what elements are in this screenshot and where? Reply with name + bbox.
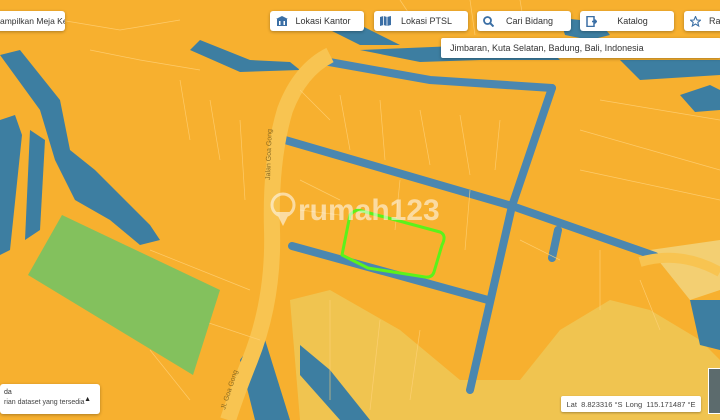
office-location-button[interactable]: Lokasi Kantor: [270, 11, 364, 31]
map-canvas[interactable]: Jalan Goa Gong Jl. Goa Gong rumah123: [0, 0, 720, 420]
catalog-icon: [586, 15, 597, 27]
show-workspace-label: ampilkan Meja Kerja: [0, 16, 65, 26]
watermark-text: rumah123: [298, 194, 440, 227]
search-parcel-button[interactable]: Cari Bidang: [477, 11, 571, 31]
latitude-readout: Lat 8.823316 °S: [567, 400, 623, 409]
catalog-button[interactable]: Katalog: [580, 11, 674, 31]
latitude-label: Lat: [566, 399, 577, 409]
longitude-readout: Long 115.171487 °E: [625, 400, 695, 409]
basemap-switcher-thumbnail[interactable]: [708, 368, 720, 414]
search-icon: [483, 15, 494, 27]
show-workspace-button[interactable]: ampilkan Meja Kerja: [0, 11, 65, 31]
search-parcel-label: Cari Bidang: [505, 16, 554, 26]
dataset-layer-title: da: [4, 389, 12, 396]
longitude-label: Long: [625, 399, 643, 409]
coordinate-readout: Lat 8.823316 °S Long 115.171487 °E: [561, 396, 701, 412]
ptsl-location-button[interactable]: Lokasi PTSL: [374, 11, 468, 31]
catalog-label: Katalog: [617, 16, 648, 26]
caret-down-icon: ▲: [84, 396, 91, 403]
rating-label: Ra: [709, 16, 720, 26]
star-icon: [690, 15, 701, 27]
office-location-label: Lokasi Kantor: [295, 16, 351, 26]
map-icon: [380, 16, 391, 26]
address-text: Jimbaran, Kuta Selatan, Badung, Bali, In…: [450, 43, 644, 53]
latitude-value: 8.823316 °S: [581, 399, 623, 409]
longitude-value: 115.171487 °E: [646, 399, 696, 409]
rating-button[interactable]: Ra: [684, 11, 720, 31]
watermark-logo: rumah123: [270, 192, 440, 227]
ptsl-location-label: Lokasi PTSL: [400, 16, 453, 26]
building-icon: [276, 16, 288, 26]
dataset-layer-hint: rian dataset yang tersedia: [4, 399, 85, 406]
address-search-field[interactable]: Jimbaran, Kuta Selatan, Badung, Bali, In…: [441, 38, 720, 58]
dataset-layer-select[interactable]: da rian dataset yang tersedia ▲: [0, 384, 100, 414]
